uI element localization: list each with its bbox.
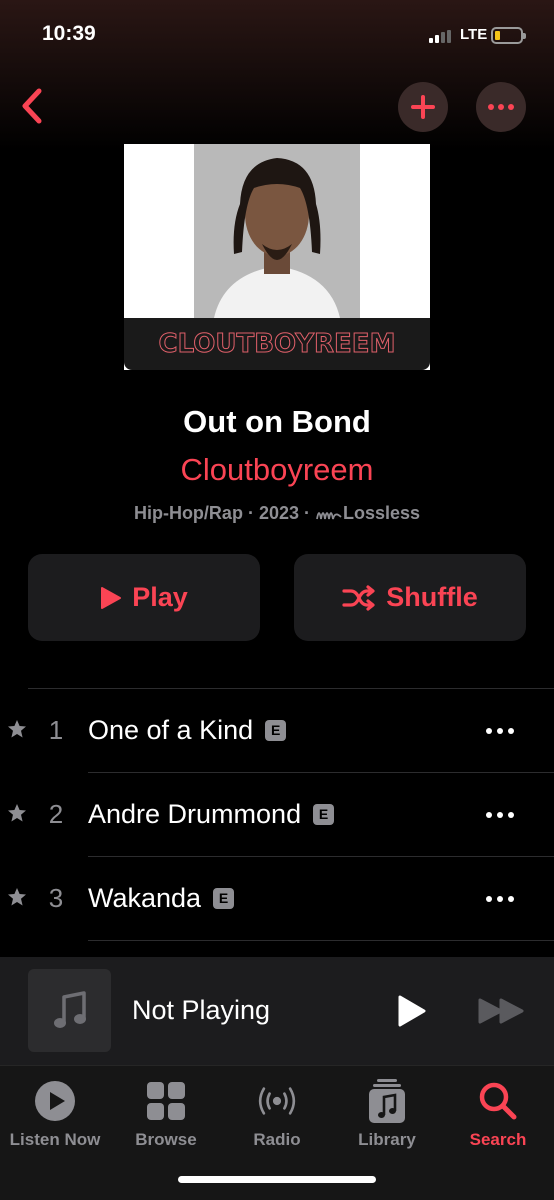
star-icon: [8, 888, 26, 906]
album-artwork: CLOUTBOYREEM: [124, 144, 430, 370]
fast-forward-icon: [478, 998, 524, 1024]
artwork-banner-text: CLOUTBOYREEM: [158, 329, 396, 360]
status-bar: 10:39 LTE: [0, 0, 554, 70]
back-button[interactable]: [12, 84, 52, 128]
play-icon: [398, 995, 426, 1027]
track-title-group: Andre Drummond E: [88, 799, 335, 830]
add-to-library-button[interactable]: [398, 82, 448, 132]
track-title-group: One of a Kind E: [88, 715, 287, 746]
track-number: 2: [48, 799, 64, 829]
album-artist-link[interactable]: Cloutboyreem: [0, 452, 554, 488]
tab-label: Listen Now: [9, 1130, 101, 1149]
ellipsis-icon: [486, 728, 514, 734]
explicit-badge: E: [213, 888, 235, 909]
star-icon: [8, 804, 26, 822]
tab-radio[interactable]: Radio: [222, 1078, 332, 1150]
album-quality: Lossless: [342, 503, 421, 523]
ellipsis-icon: [486, 896, 514, 902]
mini-player-artwork: [28, 969, 111, 1052]
lossless-icon: [316, 512, 342, 520]
ellipsis-icon: [488, 104, 514, 110]
tab-library[interactable]: Library: [332, 1078, 442, 1150]
tab-label: Search: [469, 1130, 527, 1149]
track-more-button[interactable]: [482, 721, 518, 741]
album-year: 2023: [258, 503, 299, 523]
album-genre: Hip-Hop/Rap: [133, 503, 243, 523]
track-title: Andre Drummond: [88, 799, 302, 829]
meta-separator: ·: [242, 503, 259, 523]
status-time: 10:39: [42, 22, 96, 45]
shuffle-label: Shuffle: [386, 582, 478, 612]
track-row[interactable]: 2 Andre Drummond E: [0, 773, 554, 857]
track-more-button[interactable]: [482, 889, 518, 909]
track-row[interactable]: 1 One of a Kind E: [0, 689, 554, 773]
meta-separator: ·: [298, 503, 315, 523]
grid-icon: [143, 1078, 189, 1124]
mini-next-button[interactable]: [474, 995, 530, 1027]
home-indicator[interactable]: [178, 1176, 376, 1183]
track-title: Wakanda: [88, 883, 202, 913]
explicit-badge: E: [313, 804, 335, 825]
shuffle-button[interactable]: Shuffle: [294, 554, 526, 641]
track-row[interactable]: 3 Wakanda E: [0, 857, 554, 941]
play-icon: [101, 586, 122, 609]
track-number: 3: [48, 883, 64, 913]
play-button[interactable]: Play: [28, 554, 260, 641]
artwork-banner: CLOUTBOYREEM: [124, 318, 430, 370]
track-number: 1: [48, 715, 64, 745]
tab-label: Radio: [253, 1130, 301, 1149]
tab-search[interactable]: Search: [443, 1078, 553, 1150]
album-title: Out on Bond: [183, 404, 371, 439]
more-options-button[interactable]: [476, 82, 526, 132]
track-title-group: Wakanda E: [88, 883, 235, 914]
play-circle-icon: [32, 1078, 78, 1124]
album-metadata: Hip-Hop/Rap · 2023 · Lossless: [0, 503, 554, 524]
artist-photo: [194, 144, 360, 318]
mini-play-button[interactable]: [394, 993, 430, 1029]
network-type: LTE: [460, 26, 488, 43]
now-playing-title: Not Playing: [132, 995, 271, 1025]
search-icon: [475, 1078, 521, 1124]
tab-listen-now[interactable]: Listen Now: [0, 1078, 110, 1150]
mini-player[interactable]: Not Playing: [0, 957, 554, 1065]
play-label: Play: [132, 582, 188, 612]
album-screen: 10:39 LTE CLOUTBOYREEM Out on Bond Clout…: [0, 0, 554, 1200]
music-note-icon: [53, 990, 86, 1028]
tab-label: Browse: [135, 1130, 197, 1149]
music-stack-icon: [364, 1078, 410, 1124]
tab-label: Library: [358, 1130, 416, 1149]
shuffle-icon: [342, 584, 375, 611]
battery-icon: [491, 27, 526, 44]
explicit-badge: E: [265, 720, 287, 741]
signal-icon: [429, 30, 451, 43]
track-title: One of a Kind: [88, 715, 254, 745]
plus-icon: [411, 95, 435, 119]
radio-waves-icon: [254, 1078, 300, 1124]
divider: [88, 940, 554, 941]
track-more-button[interactable]: [482, 805, 518, 825]
tab-browse[interactable]: Browse: [111, 1078, 221, 1150]
ellipsis-icon: [486, 812, 514, 818]
chevron-left-icon: [22, 88, 42, 124]
star-icon: [8, 720, 26, 738]
